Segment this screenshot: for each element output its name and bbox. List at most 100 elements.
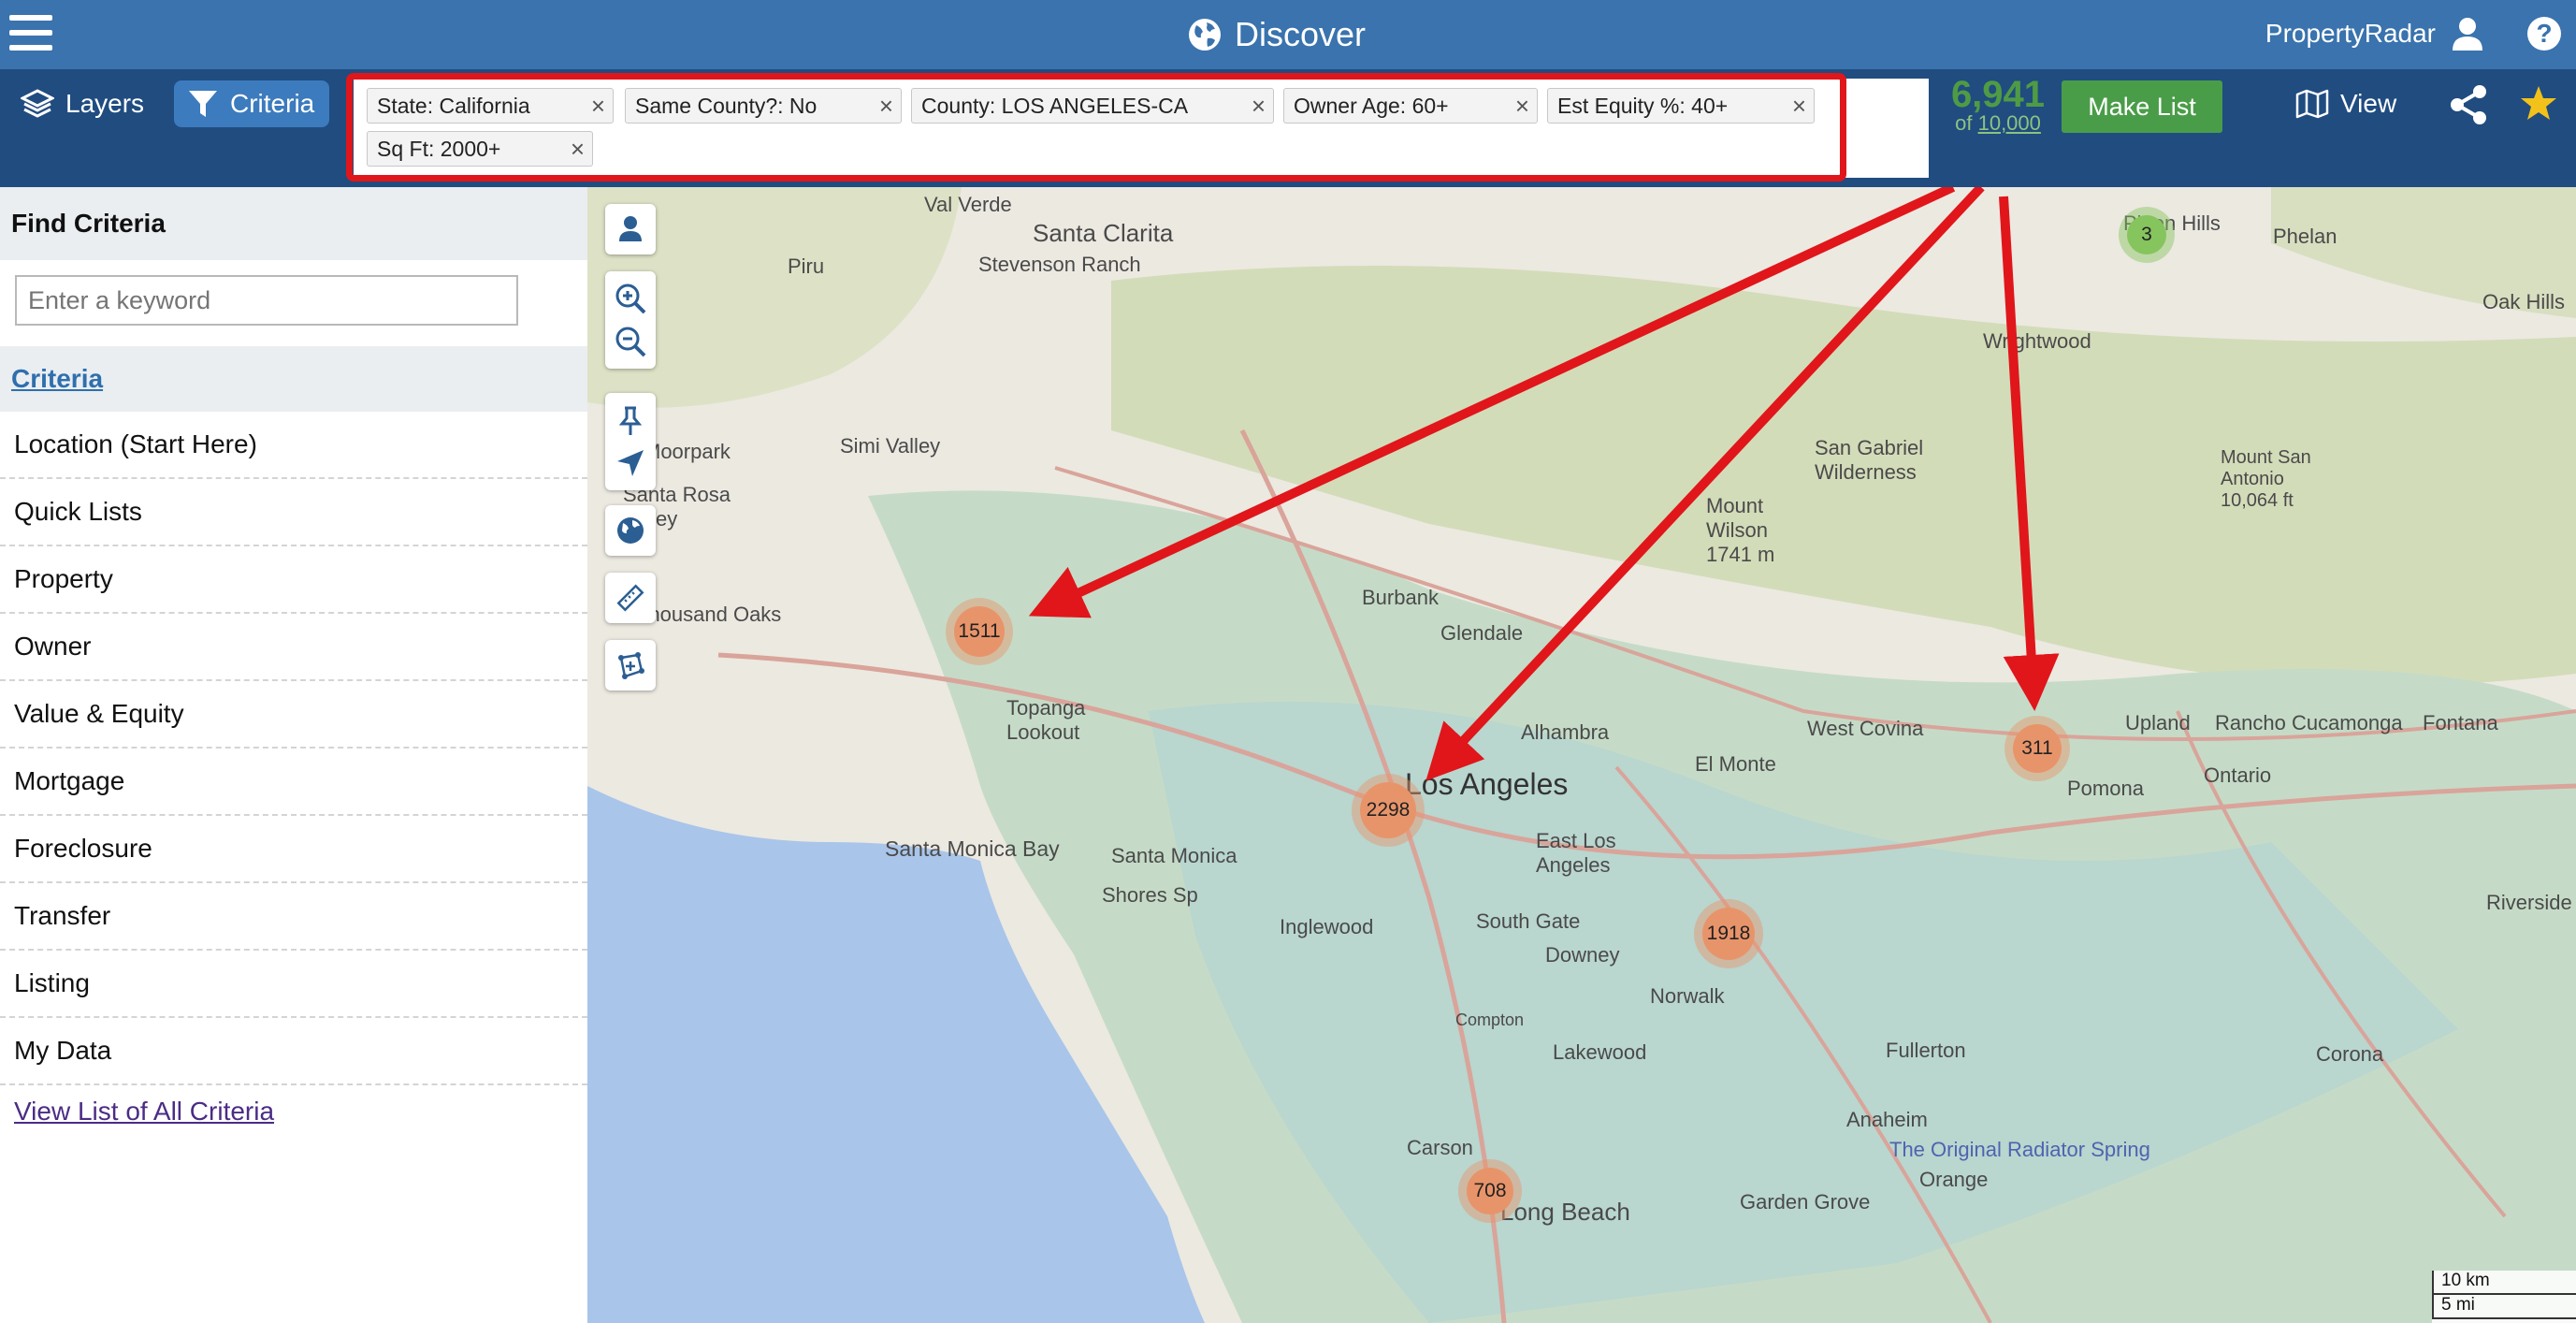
map-place-label: Oak Hills xyxy=(2482,290,2566,313)
draw-shape-icon xyxy=(618,652,644,679)
layers-button[interactable]: Layers xyxy=(7,80,157,127)
filter-chip: State: California × xyxy=(367,88,614,124)
map-place-label: Shores Sp xyxy=(1102,883,1198,907)
scale-km: 10 km xyxy=(2432,1271,2576,1295)
remove-filter-icon[interactable]: × xyxy=(1792,89,1806,123)
map-place-label: Val Verde xyxy=(924,193,1012,216)
filter-chip-label: Owner Age: 60+ xyxy=(1294,94,1449,118)
category-transfer[interactable]: Transfer xyxy=(0,883,587,951)
zoom-out-icon[interactable] xyxy=(614,325,647,358)
count-of-label: of xyxy=(1955,111,1973,135)
result-count-number: 6,941 xyxy=(1950,74,2046,115)
category-property[interactable]: Property xyxy=(0,546,587,614)
sidebar-title: Find Criteria xyxy=(0,187,587,260)
map-place-label: Wrightwood xyxy=(1983,329,2091,353)
filter-icon xyxy=(189,91,217,117)
map-place-label: South Gate xyxy=(1476,909,1581,933)
make-list-button[interactable]: Make List xyxy=(2062,80,2222,133)
filter-chip-label: State: California xyxy=(377,94,530,118)
map-cluster-marker[interactable]: 2298 xyxy=(1360,782,1416,838)
map-place-label: Stevenson Ranch xyxy=(978,253,1141,276)
filter-chip-label: Est Equity %: 40+ xyxy=(1557,94,1729,118)
map-place-label: West Covina xyxy=(1807,717,1924,740)
category-owner[interactable]: Owner xyxy=(0,614,587,681)
map-canvas xyxy=(587,187,2576,1323)
map-place-label: Mount Wilson 1741 m xyxy=(1706,494,1775,566)
result-count: 6,941 of 10,000 xyxy=(1947,74,2048,135)
ruler-icon xyxy=(616,584,644,612)
map-place-label: El Monte xyxy=(1695,752,1776,776)
remove-filter-icon[interactable]: × xyxy=(571,132,585,166)
map-place-label: Downey xyxy=(1545,943,1620,967)
top-bar: Discover PropertyRadar ? xyxy=(0,0,2576,69)
map-place-label: San Gabriel Wilderness xyxy=(1815,436,1924,484)
count-total-link[interactable]: 10,000 xyxy=(1978,111,2041,135)
view-button[interactable]: View xyxy=(2282,80,2410,127)
map-place-label: Piru xyxy=(788,254,825,278)
map-place-label: Long Beach xyxy=(1500,1198,1630,1226)
person-pin-icon xyxy=(619,216,642,241)
view-all-criteria-link[interactable]: View List of All Criteria xyxy=(0,1097,587,1127)
map-cluster-marker[interactable]: 311 xyxy=(2013,724,2062,773)
category-location[interactable]: Location (Start Here) xyxy=(0,412,587,479)
map-place-label: Ontario xyxy=(2204,763,2272,787)
help-icon[interactable]: ? xyxy=(2527,17,2561,51)
map-cluster-marker[interactable]: 3 xyxy=(2127,215,2166,254)
star-icon[interactable] xyxy=(2520,84,2557,122)
category-quick-lists[interactable]: Quick Lists xyxy=(0,479,587,546)
criteria-link[interactable]: Criteria xyxy=(11,364,103,393)
map-place-label: Mount San Antonio 10,064 ft xyxy=(2221,447,2311,511)
map-place-label: Glendale xyxy=(1440,621,1524,645)
toolbar: Layers Criteria State: California × Same… xyxy=(0,69,2576,187)
map-cluster-marker[interactable]: 1511 xyxy=(954,606,1005,657)
zoom-in-icon[interactable] xyxy=(614,282,647,315)
map-place-label: Fontana xyxy=(2423,711,2498,734)
keyword-search-input[interactable] xyxy=(15,275,518,326)
map-marker-button[interactable] xyxy=(605,204,656,254)
map-place-label: Pomona xyxy=(2067,777,2144,800)
map-place-label: Santa Clarita xyxy=(1033,219,1174,247)
category-mortgage[interactable]: Mortgage xyxy=(0,749,587,816)
map-place-label: Carson xyxy=(1407,1136,1473,1159)
criteria-button[interactable]: Criteria xyxy=(174,80,329,127)
filter-chip: County: LOS ANGELES-CA × xyxy=(911,88,1274,124)
filter-chip: Sq Ft: 2000+ × xyxy=(367,131,593,167)
map-place-label: Phelan xyxy=(2273,225,2337,248)
app-title: Discover xyxy=(1188,13,1366,56)
map-cluster-marker[interactable]: 708 xyxy=(1467,1168,1513,1214)
globe-icon xyxy=(1189,19,1221,51)
map-place-label: Topanga Lookout xyxy=(1006,696,1086,744)
user-icon[interactable] xyxy=(2449,15,2486,52)
category-foreclosure[interactable]: Foreclosure xyxy=(0,816,587,883)
map-globe-button[interactable] xyxy=(605,505,656,556)
category-my-data[interactable]: My Data xyxy=(0,1018,587,1085)
page-title: Discover xyxy=(1235,15,1367,53)
map-place-label: Upland xyxy=(2125,711,2191,734)
map-place-label: Burbank xyxy=(1362,586,1439,609)
criteria-sidebar: Find Criteria Criteria Location (Start H… xyxy=(0,187,588,1323)
map-view[interactable]: Val Verde Santa Clarita Stevenson Ranch … xyxy=(587,187,2576,1323)
remove-filter-icon[interactable]: × xyxy=(879,89,893,123)
view-label: View xyxy=(2340,89,2397,118)
map-cluster-marker[interactable]: 1918 xyxy=(1702,908,1755,960)
map-place-label: East Los Angeles xyxy=(1536,829,1616,877)
map-place-label: Riverside xyxy=(2486,891,2572,914)
filter-chip: Est Equity %: 40+ × xyxy=(1547,88,1815,124)
category-listing[interactable]: Listing xyxy=(0,951,587,1018)
remove-filter-icon[interactable]: × xyxy=(1515,89,1529,123)
measure-button[interactable] xyxy=(605,573,656,623)
map-place-label: Norwalk xyxy=(1650,984,1725,1008)
map-place-label: Inglewood xyxy=(1280,915,1374,938)
map-tools xyxy=(605,393,656,490)
hamburger-menu-icon[interactable] xyxy=(9,11,52,54)
remove-filter-icon[interactable]: × xyxy=(591,89,605,123)
scale-mi: 5 mi xyxy=(2432,1295,2576,1319)
pin-icon[interactable] xyxy=(616,405,644,437)
category-value-equity[interactable]: Value & Equity xyxy=(0,681,587,749)
locate-arrow-icon[interactable] xyxy=(615,448,645,478)
remove-filter-icon[interactable]: × xyxy=(1252,89,1266,123)
draw-area-button[interactable] xyxy=(605,640,656,691)
filter-chip: Same County?: No × xyxy=(625,88,902,124)
brand-name: PropertyRadar xyxy=(2265,19,2436,48)
share-icon[interactable] xyxy=(2449,84,2488,125)
